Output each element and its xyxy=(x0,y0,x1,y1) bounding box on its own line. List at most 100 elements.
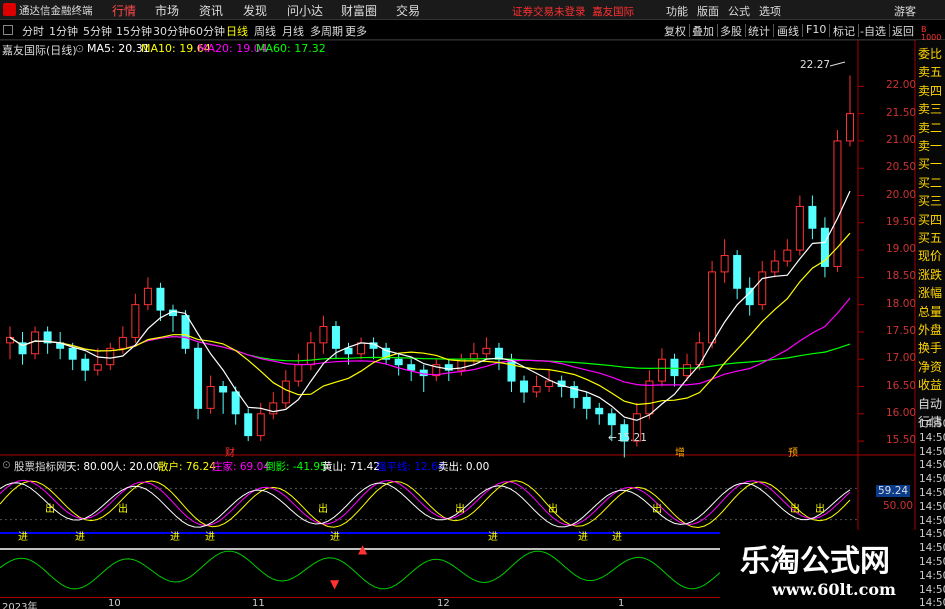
order-book-label[interactable]: 卖一 xyxy=(918,137,942,154)
date-label: 10 xyxy=(108,598,121,609)
sell-signal-label: 出 xyxy=(548,502,558,515)
enter-signal-label: 进 xyxy=(612,531,622,543)
candle-body xyxy=(181,315,190,349)
time-label: 14:50 xyxy=(919,542,945,555)
price-tick-label: 20.50 xyxy=(886,161,917,174)
candle-body xyxy=(294,364,303,382)
event-marker-yu[interactable]: 预 xyxy=(788,444,798,459)
candle-body xyxy=(670,358,679,377)
indicator-value: 天: 80.00 xyxy=(66,461,114,473)
price-tick-label: 15.50 xyxy=(886,434,917,447)
order-book-label[interactable]: 现价 xyxy=(918,247,942,264)
candle-body xyxy=(68,347,77,360)
price-tick-label: 22.00 xyxy=(886,79,917,92)
indicator-name[interactable]: 股票指标网 xyxy=(14,459,67,474)
down-arrow-icon: ▼ xyxy=(330,577,340,591)
candle-body xyxy=(808,205,817,229)
candle-body xyxy=(194,347,203,409)
sell-signal-label: 出 xyxy=(455,502,465,515)
order-book-label[interactable]: 涨跌 xyxy=(918,266,942,283)
candle-body xyxy=(545,380,554,388)
high-marker-label: 22.27 xyxy=(800,59,831,71)
time-label: 14:50 xyxy=(919,597,945,609)
order-book-label[interactable]: 卖三 xyxy=(918,100,942,117)
indicator-axis-50: 50.00 xyxy=(883,500,914,512)
candle-body xyxy=(156,287,165,311)
candle-body xyxy=(482,347,491,355)
order-book-label[interactable]: 买一 xyxy=(918,155,942,172)
candle-body xyxy=(720,255,729,273)
order-book-column: B 1000 委比 卖五卖四 卖三卖二 卖一 买一买二 买三买四 买五 现价涨跌 涨幅总量 外盘 换手… xyxy=(917,26,945,429)
sell-signal-label: 出 xyxy=(790,502,800,515)
order-book-label[interactable]: 买五 xyxy=(918,229,942,246)
indicator-settings-icon[interactable]: ⊙ xyxy=(2,459,11,471)
time-label: 14:50 xyxy=(919,569,945,582)
indicator-current-value: 59.24 xyxy=(876,485,911,497)
order-book-label[interactable]: 卖五 xyxy=(918,63,942,80)
sell-signal-label: 出 xyxy=(652,502,662,515)
enter-signal-label: 进 xyxy=(75,531,85,543)
high-marker-arrow xyxy=(829,61,846,67)
enter-signal-label: 进 xyxy=(205,531,215,543)
order-book-label[interactable]: 委比 xyxy=(918,45,942,62)
candle-body xyxy=(846,113,854,142)
indicator-value: 庄家: 69.04 xyxy=(212,461,270,473)
candle-body xyxy=(319,325,328,344)
date-label: 2023年 xyxy=(2,602,38,609)
price-tick-label: 19.50 xyxy=(886,215,917,228)
right-column-top: B 1000 xyxy=(921,25,942,42)
indicator-value: 强平线: 12.64 xyxy=(376,461,445,473)
order-book-label[interactable]: 总量 xyxy=(918,303,942,320)
time-label: 14:50 xyxy=(919,459,945,472)
order-book-label[interactable]: 卖二 xyxy=(918,119,942,136)
price-tick-label: 16.50 xyxy=(886,379,917,392)
price-tick-label: 17.00 xyxy=(886,352,917,365)
price-tick-label: 20.00 xyxy=(886,188,917,201)
indicator-value: 卖出: 0.00 xyxy=(438,461,490,473)
time-label: 14:50 xyxy=(919,473,945,486)
order-book-label[interactable]: 外盘 xyxy=(918,321,942,338)
event-marker-cai[interactable]: 财 xyxy=(225,444,235,459)
order-book-label[interactable]: 净资 xyxy=(918,358,942,375)
order-book-label[interactable]: 换手 xyxy=(918,339,942,356)
candle-body xyxy=(520,380,529,393)
enter-signal-label: 进 xyxy=(170,531,180,543)
candle-body xyxy=(256,413,265,437)
candle-body xyxy=(118,336,127,349)
indicator-value: 黄山: 71.42 xyxy=(322,461,380,473)
candle-body xyxy=(795,205,804,251)
sell-signal-label: 出 xyxy=(815,502,825,515)
event-marker-zeng[interactable]: 增 xyxy=(675,444,685,459)
candle-body xyxy=(6,336,14,344)
price-tick-label: 21.50 xyxy=(886,106,917,119)
candle-body xyxy=(770,260,779,273)
time-label: 14:50 xyxy=(919,418,945,430)
order-book-label[interactable]: 卖四 xyxy=(918,82,942,99)
candle-body xyxy=(143,287,152,306)
candle-body xyxy=(595,407,604,415)
order-book-label[interactable]: 涨幅 xyxy=(918,284,942,301)
order-book-label[interactable]: 买四 xyxy=(918,211,942,228)
candlestick-chart[interactable]: 出 出 出 出 出 出 出 出进 进 进 进 进 进 进 进 ▼ ▲ xyxy=(0,0,945,609)
order-book-label[interactable]: 买三 xyxy=(918,192,942,209)
indicator-header: ⊙ 股票指标网 天: 80.00 人: 20.00 散户: 76.24 庄家: 69.… xyxy=(0,458,720,474)
candle-body xyxy=(81,358,90,371)
order-book-label[interactable]: 自动 xyxy=(918,395,942,412)
price-tick-label: 18.00 xyxy=(886,297,917,310)
daoying-line xyxy=(0,550,721,590)
time-label: 14:50 xyxy=(919,583,945,596)
time-label: 14:50 xyxy=(919,487,945,499)
up-arrow-icon: ▲ xyxy=(358,542,368,556)
sell-signal-label: 出 xyxy=(45,502,55,515)
price-tick-label: 17.50 xyxy=(886,324,917,337)
time-label: 14:50 xyxy=(919,556,945,568)
candle-body xyxy=(407,364,416,371)
candle-body xyxy=(244,413,253,437)
order-book-label[interactable]: 收益 xyxy=(918,376,942,393)
candle-body xyxy=(306,342,315,366)
order-book-label[interactable]: 买二 xyxy=(918,174,942,191)
candle-body xyxy=(93,364,102,371)
candle-body xyxy=(607,413,616,426)
enter-signal-label: 进 xyxy=(488,531,498,543)
enter-signal-label: 进 xyxy=(18,531,28,543)
